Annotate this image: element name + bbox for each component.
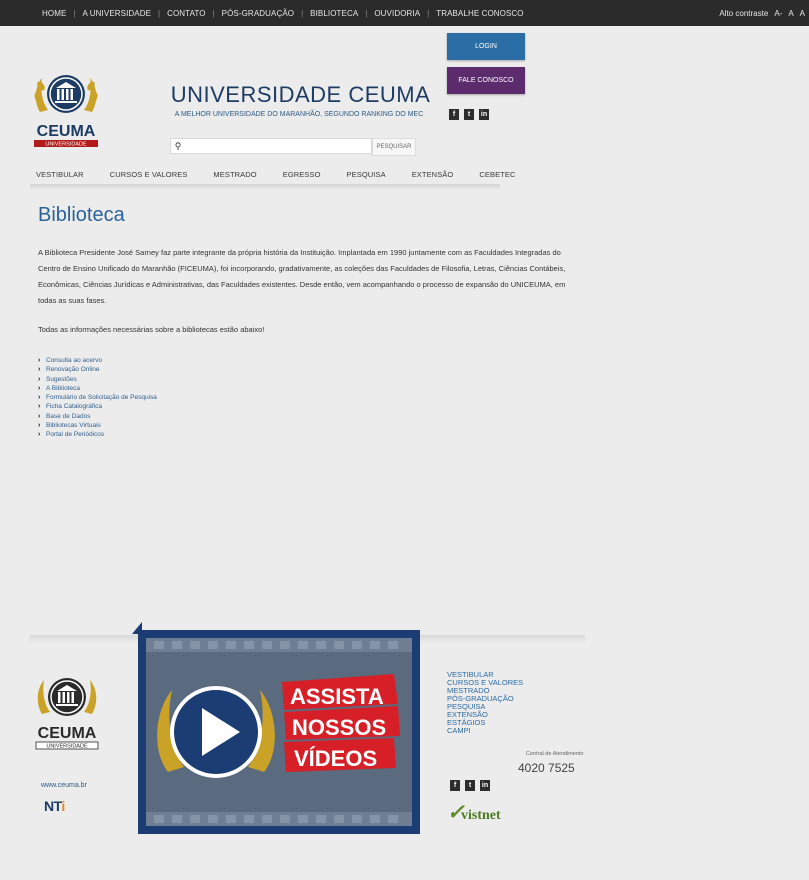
- topnav-biblioteca[interactable]: BIBLIOTECA: [310, 9, 358, 18]
- facebook-icon[interactable]: f: [450, 780, 460, 791]
- topnav-separator: |: [427, 8, 430, 18]
- central-atendimento-label: Central de Atendimento: [526, 751, 584, 757]
- link-formulario-pesquisa[interactable]: › Formulário de Solicitação de Pesquisa: [38, 393, 157, 402]
- site-subtitle: A MELHOR UNIVERSIDADE DO MARANHÃO, SEGUN…: [174, 111, 424, 118]
- topnav-pos-graduacao[interactable]: PÓS-GRADUAÇÃO: [222, 9, 294, 18]
- font-normal-button[interactable]: A: [788, 9, 793, 18]
- website-url-link[interactable]: www.ceuma.br: [41, 782, 87, 789]
- login-button[interactable]: LOGIN: [447, 33, 525, 60]
- link-sugestoes[interactable]: › Sugestões: [38, 375, 157, 384]
- nav-mestrado[interactable]: MESTRADO: [213, 170, 256, 179]
- chevron-right-icon: ›: [38, 422, 41, 430]
- footer-logo-subtext: UNIVERSIDADE: [46, 744, 88, 750]
- list-item-label: Renovação Online: [46, 366, 100, 374]
- topnav-contato[interactable]: CONTATO: [167, 9, 205, 18]
- search-box: ⚲: [170, 138, 372, 154]
- link-consulta-acervo[interactable]: › Consulta ao acervo: [38, 356, 157, 365]
- topnav-home[interactable]: HOME: [42, 9, 66, 18]
- topnav-separator: |: [301, 8, 304, 18]
- vistnet-wordmark: vistnet: [461, 808, 501, 823]
- link-a-biblioteca[interactable]: › A Biblioteca: [38, 384, 157, 393]
- nti-logo[interactable]: NTi: [44, 798, 65, 814]
- video-line-assista: ASSISTA: [290, 684, 384, 709]
- page-title: Biblioteca: [38, 204, 125, 226]
- chevron-right-icon: ›: [38, 394, 41, 402]
- logo-subtext: UNIVERSIDADE: [45, 142, 87, 148]
- footer-link-campi[interactable]: CAMPI: [447, 727, 523, 735]
- topnav-ouvidoria[interactable]: OUVIDORIA: [374, 9, 420, 18]
- nti-logo-main: NT: [44, 798, 62, 814]
- accessibility-controls: Alto contraste A- A A: [719, 0, 805, 26]
- nav-shadow-divider: [30, 184, 500, 190]
- nav-cebetec[interactable]: CEBETEC: [479, 170, 515, 179]
- central-atendimento-phone: 4020 7525: [518, 761, 575, 775]
- list-item-label: A Biblioteca: [46, 384, 80, 392]
- twitter-icon[interactable]: t: [465, 780, 475, 791]
- font-decrease-button[interactable]: A-: [774, 9, 782, 18]
- video-line-videos: VÍDEOS: [294, 746, 377, 771]
- footer-nav: VESTIBULAR CURSOS E VALORES MESTRADO PÓS…: [447, 671, 523, 735]
- chevron-right-icon: ›: [38, 412, 41, 420]
- link-bibliotecas-virtuais[interactable]: › Bibliotecas Virtuais: [38, 421, 157, 430]
- nav-egresso[interactable]: EGRESSO: [283, 170, 321, 179]
- nti-logo-accent: i: [61, 798, 65, 814]
- main-nav: VESTIBULAR CURSOS E VALORES MESTRADO EGR…: [36, 165, 541, 183]
- list-item-label: Sugestões: [46, 375, 77, 383]
- topnav-separator: |: [158, 8, 161, 18]
- list-item-label: Consulta ao acervo: [46, 357, 103, 364]
- high-contrast-toggle[interactable]: Alto contraste: [719, 9, 768, 18]
- footer-social-links: f t in: [450, 780, 490, 791]
- fale-conosco-button[interactable]: FALE CONOSCO: [447, 67, 525, 94]
- video-line-nossos: NOSSOS: [292, 715, 386, 740]
- chevron-right-icon: ›: [38, 375, 41, 383]
- intro-paragraph: A Biblioteca Presidente José Sarney faz …: [38, 248, 566, 305]
- videos-banner[interactable]: ASSISTA NOSSOS VÍDEOS: [132, 622, 420, 834]
- chevron-right-icon: ›: [38, 384, 41, 392]
- list-item-label: Portal de Periódicos: [46, 431, 105, 439]
- search-input[interactable]: [185, 141, 365, 151]
- nav-extensao[interactable]: EXTENSÃO: [412, 170, 454, 179]
- footer-logo-text: CEUMA: [38, 725, 97, 742]
- list-item-label: Ficha Catalográfica: [46, 403, 102, 411]
- top-bar: HOME | A UNIVERSIDADE | CONTATO | PÓS-GR…: [0, 0, 809, 26]
- link-renovacao-online[interactable]: › Renovação Online: [38, 365, 157, 374]
- header-social-links: f t in: [449, 109, 489, 120]
- chevron-right-icon: ›: [38, 403, 41, 411]
- top-nav: HOME | A UNIVERSIDADE | CONTATO | PÓS-GR…: [42, 0, 524, 26]
- font-increase-button[interactable]: A: [800, 9, 805, 18]
- facebook-icon[interactable]: f: [449, 109, 459, 120]
- nav-vestibular[interactable]: VESTIBULAR: [36, 170, 84, 179]
- chevron-right-icon: ›: [38, 357, 41, 364]
- chevron-right-icon: ›: [38, 366, 41, 374]
- footer-ceuma-logo[interactable]: CEUMA UNIVERSIDADE: [34, 668, 100, 756]
- logo-text: CEUMA: [37, 123, 96, 140]
- twitter-icon[interactable]: t: [464, 109, 474, 120]
- list-item-label: Base de Dados: [46, 412, 91, 420]
- search-icon: ⚲: [174, 140, 182, 151]
- search-button[interactable]: PESQUISAR: [372, 138, 416, 156]
- topnav-separator: |: [212, 8, 215, 18]
- list-item-label: Bibliotecas Virtuais: [46, 422, 101, 430]
- linkedin-icon[interactable]: in: [479, 109, 489, 120]
- site-title: UNIVERSIDADE CEUMA: [170, 82, 431, 107]
- link-base-de-dados[interactable]: › Base de Dados: [38, 412, 157, 421]
- vistnet-logo[interactable]: ✓ vistnet: [447, 796, 519, 836]
- library-links-list: › Consulta ao acervo › Renovação Online › S…: [38, 356, 157, 440]
- list-item-label: Formulário de Solicitação de Pesquisa: [46, 394, 157, 402]
- ceuma-logo[interactable]: CEUMA UNIVERSIDADE: [32, 64, 100, 154]
- chevron-right-icon: ›: [38, 431, 41, 439]
- nav-pesquisa[interactable]: PESQUISA: [347, 170, 386, 179]
- info-note: Todas as informações necessárias sobre a…: [38, 325, 265, 334]
- topnav-a-universidade[interactable]: A UNIVERSIDADE: [82, 9, 151, 18]
- topnav-trabalhe-conosco[interactable]: TRABALHE CONOSCO: [436, 9, 523, 18]
- topnav-separator: |: [73, 8, 76, 18]
- topnav-separator: |: [365, 8, 368, 18]
- nav-cursos-e-valores[interactable]: CURSOS E VALORES: [110, 170, 188, 179]
- link-ficha-catalografica[interactable]: › Ficha Catalográfica: [38, 402, 157, 411]
- link-portal-periodicos[interactable]: › Portal de Periódicos: [38, 430, 157, 439]
- linkedin-icon[interactable]: in: [480, 780, 490, 791]
